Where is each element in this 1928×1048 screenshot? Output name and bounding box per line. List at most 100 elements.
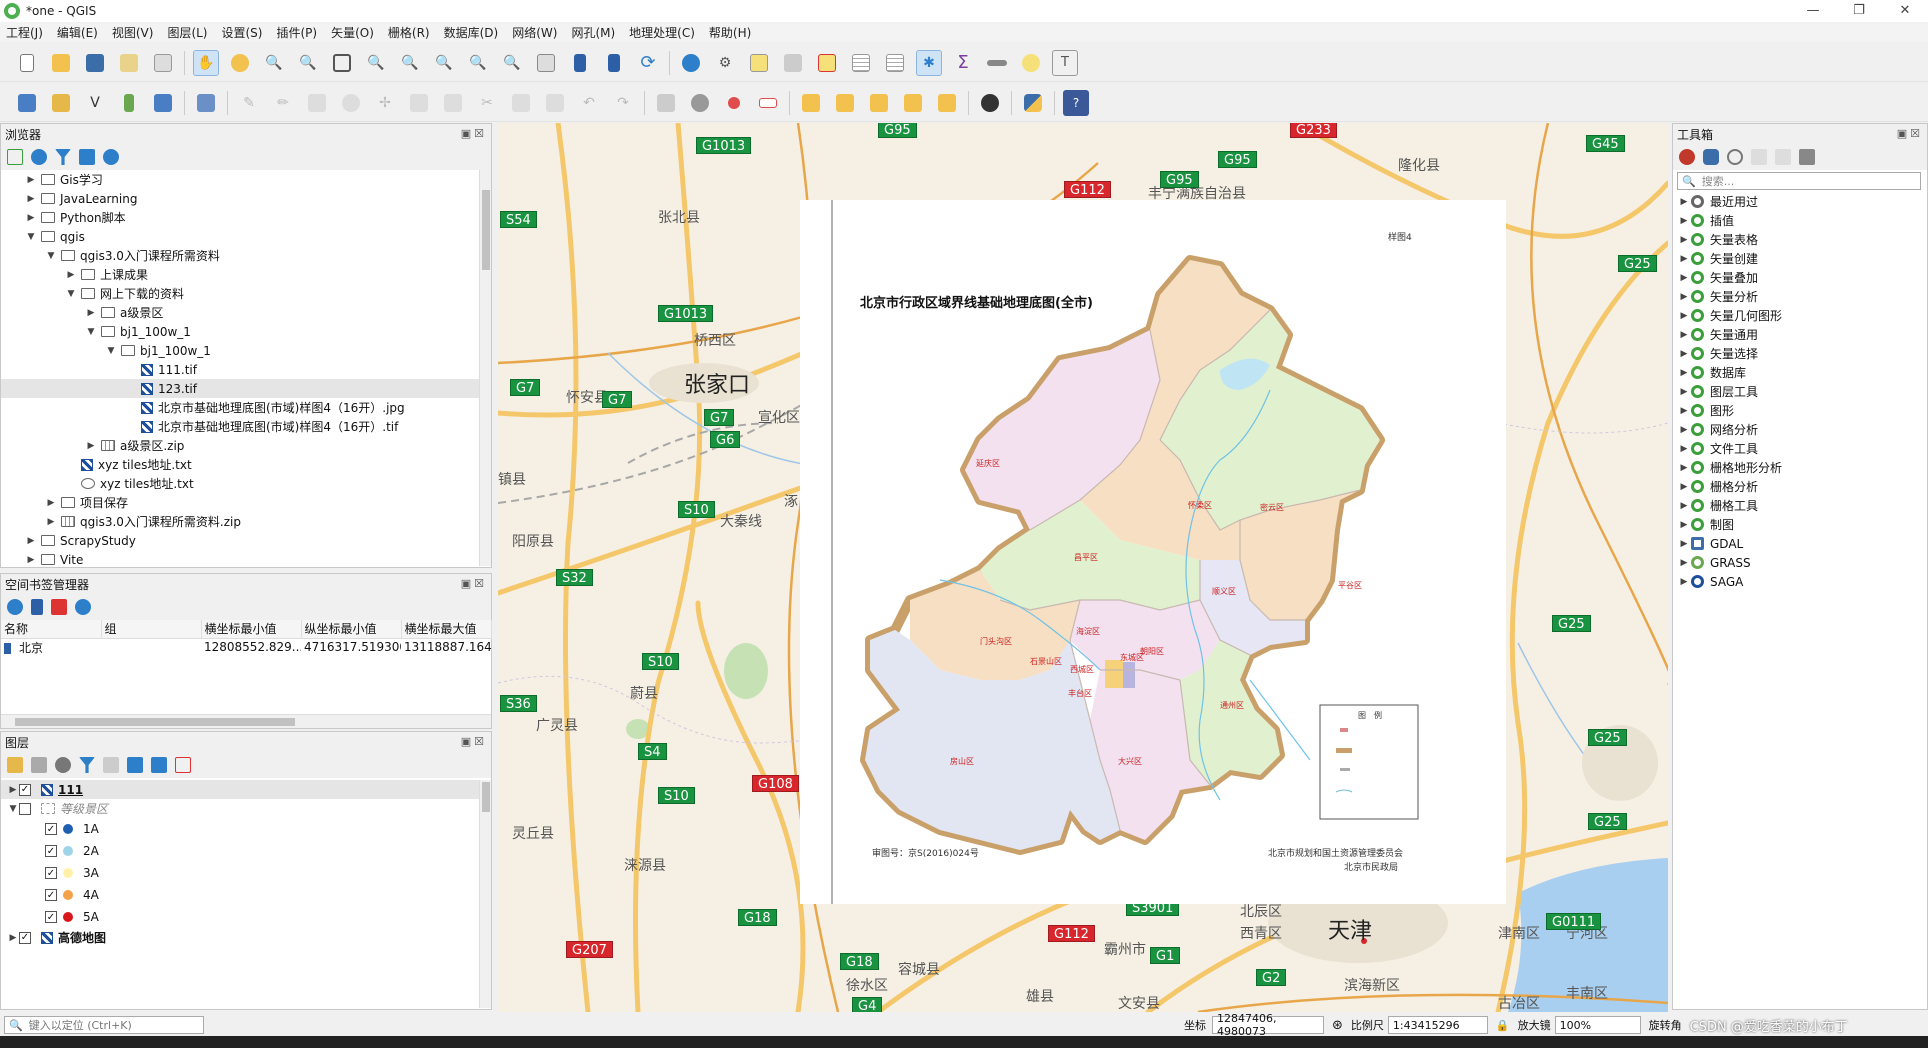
move-label-icon[interactable]: [866, 90, 892, 116]
zoom-native-icon[interactable]: 🔍: [431, 50, 457, 76]
browser-scrollbar[interactable]: [479, 170, 491, 566]
layer-item[interactable]: ✓ 1A: [1, 818, 491, 840]
layer-visibility-checkbox[interactable]: ✓: [19, 783, 31, 796]
new-geopackage-icon[interactable]: [48, 90, 74, 116]
browser-item[interactable]: 111.tif: [1, 360, 491, 379]
chevron-down-icon[interactable]: ▼: [85, 327, 97, 337]
chevron-right-icon[interactable]: ▶: [1677, 387, 1691, 397]
processing-toolbox-icon[interactable]: ✱: [916, 49, 942, 76]
browser-item[interactable]: ▼ bj1_100w_1: [1, 341, 491, 360]
collapse-all-icon[interactable]: [79, 149, 95, 165]
toolbox-group[interactable]: ▶ 矢量分析: [1673, 287, 1927, 306]
layer-visibility-checkbox[interactable]: ✓: [45, 823, 57, 835]
zoom-last-icon[interactable]: 🔍: [465, 50, 491, 76]
browser-item[interactable]: ▶ ScrapyStudy: [1, 531, 491, 550]
identify-icon[interactable]: [678, 50, 704, 76]
results-viewer-icon[interactable]: [1751, 149, 1767, 165]
zoom-to-bookmark-icon[interactable]: [7, 599, 23, 615]
measure-icon[interactable]: [984, 50, 1010, 76]
locator-search-input[interactable]: 🔍 键入以定位 (Ctrl+K): [4, 1016, 204, 1034]
minimize-button[interactable]: —: [1790, 0, 1836, 22]
layer-item[interactable]: ▼ 等级景区: [1, 799, 491, 818]
chevron-right-icon[interactable]: ▶: [1677, 273, 1691, 283]
chevron-right-icon[interactable]: ▶: [25, 194, 37, 204]
python-console-icon[interactable]: [1020, 90, 1046, 116]
browser-item[interactable]: ▼ bj1_100w_1: [1, 322, 491, 341]
paste-icon[interactable]: [542, 90, 568, 116]
chevron-right-icon[interactable]: ▶: [1677, 520, 1691, 530]
layer-visibility-checkbox[interactable]: ✓: [45, 911, 57, 923]
chevron-down-icon[interactable]: ▼: [7, 804, 19, 814]
new-project-icon[interactable]: [14, 50, 40, 76]
layer-visibility-checkbox[interactable]: [19, 802, 31, 815]
zoom-in-icon[interactable]: 🔍: [261, 50, 287, 76]
redo-icon[interactable]: ↷: [610, 90, 636, 116]
chevron-right-icon[interactable]: ▶: [85, 441, 97, 451]
chevron-right-icon[interactable]: ▶: [45, 498, 57, 508]
chevron-right-icon[interactable]: ▶: [7, 785, 19, 795]
browser-item[interactable]: ▶ 项目保存: [1, 493, 491, 512]
menu-raster[interactable]: 栅格(R): [388, 24, 430, 41]
current-edits-icon[interactable]: ✎: [236, 90, 262, 116]
toolbox-group[interactable]: ▶ 制图: [1673, 515, 1927, 534]
chevron-down-icon[interactable]: ▼: [105, 346, 117, 356]
menu-view[interactable]: 视图(V): [112, 24, 154, 41]
map-themes-icon[interactable]: [55, 757, 71, 773]
chevron-right-icon[interactable]: ▶: [65, 270, 77, 280]
panel-float-close-icon[interactable]: ▣☒: [461, 127, 487, 140]
browser-item[interactable]: ▶ a级景区: [1, 303, 491, 322]
collapse-all-icon[interactable]: [151, 757, 167, 773]
chevron-right-icon[interactable]: ▶: [25, 175, 37, 185]
menu-processing[interactable]: 地理处理(C): [629, 24, 695, 41]
scripts-icon[interactable]: [1703, 149, 1719, 165]
chevron-right-icon[interactable]: ▶: [25, 213, 37, 223]
filter-legend-icon[interactable]: [79, 757, 95, 773]
deselect-icon[interactable]: [814, 50, 840, 76]
maximize-button[interactable]: ❐: [1836, 0, 1882, 22]
panel-float-close-icon[interactable]: ▣☒: [461, 577, 487, 590]
chevron-right-icon[interactable]: ▶: [1677, 558, 1691, 568]
refresh-icon[interactable]: ⟳: [635, 50, 661, 76]
save-project-icon[interactable]: [82, 50, 108, 76]
layer-item[interactable]: ✓ 2A: [1, 840, 491, 862]
add-bookmark-icon[interactable]: [31, 599, 43, 615]
pencil-icon[interactable]: ✏: [270, 90, 296, 116]
toolbox-group[interactable]: ▶ 矢量几何图形: [1673, 306, 1927, 325]
chevron-right-icon[interactable]: ▶: [1677, 349, 1691, 359]
add-wms-icon[interactable]: [150, 90, 176, 116]
browser-item[interactable]: ▶ qgis3.0入门课程所需资料.zip: [1, 512, 491, 531]
coordinate-field[interactable]: 12847406, 4980073: [1212, 1012, 1324, 1038]
delete-selected-icon[interactable]: [440, 90, 466, 116]
chevron-right-icon[interactable]: ▶: [1677, 463, 1691, 473]
help-icon[interactable]: ?: [1063, 89, 1089, 116]
chevron-right-icon[interactable]: ▶: [1677, 444, 1691, 454]
filter-icon[interactable]: [55, 149, 71, 165]
chevron-right-icon[interactable]: ▶: [1677, 539, 1691, 549]
models-icon[interactable]: [1679, 149, 1695, 165]
modify-attributes-icon[interactable]: [406, 90, 432, 116]
chevron-right-icon[interactable]: ▶: [45, 517, 57, 527]
show-bookmarks-icon[interactable]: [601, 50, 627, 76]
chevron-right-icon[interactable]: ▶: [7, 933, 19, 943]
toolbox-group[interactable]: ▶ 矢量表格: [1673, 230, 1927, 249]
browser-item[interactable]: ▼ qgis: [1, 227, 491, 246]
zoom-full-icon[interactable]: [329, 50, 355, 76]
chevron-right-icon[interactable]: ▶: [1677, 311, 1691, 321]
change-label-icon[interactable]: [934, 90, 960, 116]
browser-item[interactable]: xyz tiles地址.txt: [1, 455, 491, 474]
toolbox-group[interactable]: ▶ 矢量叠加: [1673, 268, 1927, 287]
vertex-tool-icon[interactable]: ✢: [372, 90, 398, 116]
menu-project[interactable]: 工程(J): [6, 24, 43, 41]
layout-manager-icon[interactable]: [150, 50, 176, 76]
expand-all-icon[interactable]: [127, 757, 143, 773]
column-header[interactable]: 横坐标最小值: [201, 620, 302, 639]
toolbox-group[interactable]: ▶ 图形: [1673, 401, 1927, 420]
panel-float-close-icon[interactable]: ▣☒: [1897, 127, 1923, 140]
chevron-right-icon[interactable]: ▶: [1677, 501, 1691, 511]
open-project-icon[interactable]: [48, 50, 74, 76]
data-source-manager-icon[interactable]: [14, 90, 40, 116]
column-header[interactable]: 名称: [1, 620, 102, 639]
properties-icon[interactable]: [103, 149, 119, 165]
menu-web[interactable]: 网络(W): [512, 24, 557, 41]
select-by-value-icon[interactable]: [780, 50, 806, 76]
